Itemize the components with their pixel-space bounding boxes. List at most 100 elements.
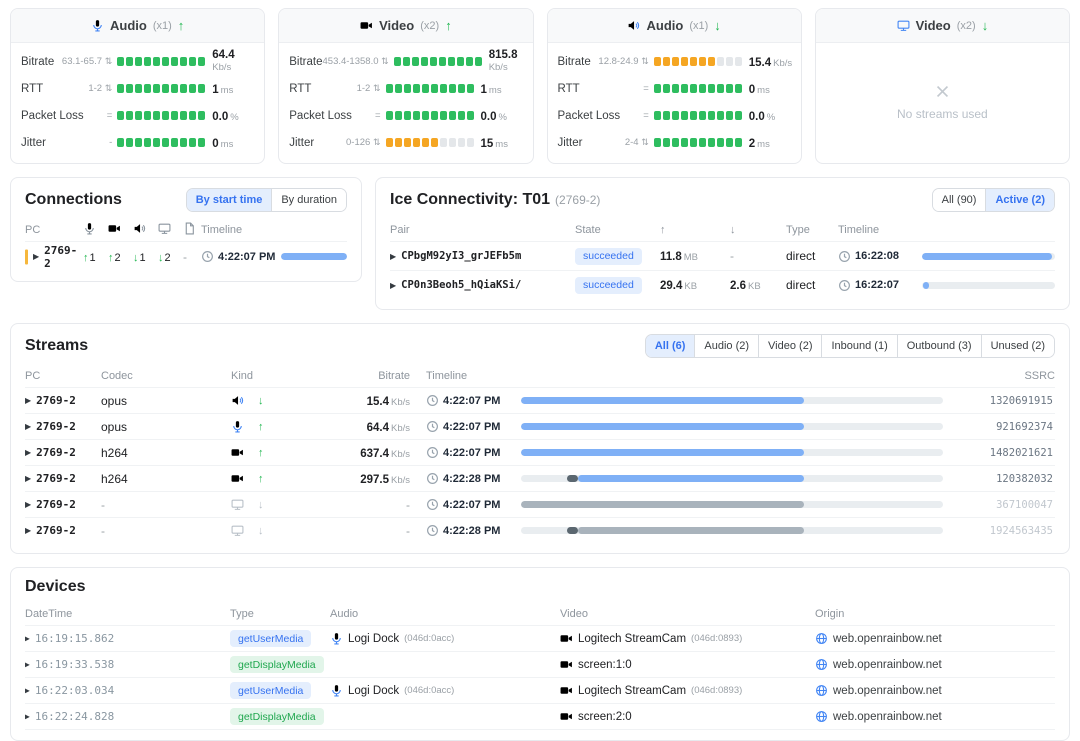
down-arrow: ↓: [158, 252, 164, 264]
metric-label: Bitrate: [289, 56, 322, 68]
metric-value: 815.8: [489, 49, 523, 62]
expand-caret[interactable]: ▶: [33, 252, 39, 261]
down-arrow-icon: ↓: [714, 18, 721, 33]
pair-type: direct: [786, 249, 838, 263]
stream-row[interactable]: ▶2769-2 opus ↑ 64.4Kb/s 4:22:07 PM 92169…: [25, 413, 1055, 439]
col-bitrate: Bitrate: [331, 370, 426, 382]
streams-filter-video-button[interactable]: Video (2): [758, 335, 821, 357]
codec: h264: [101, 472, 231, 486]
expand-caret[interactable]: ▶: [25, 448, 31, 457]
video-device-name: screen:1:0: [578, 659, 632, 671]
audio-device-name: Logi Dock: [348, 685, 399, 697]
clock-icon: [426, 394, 439, 407]
expand-caret[interactable]: ▶: [25, 500, 31, 509]
screen-icon: [231, 524, 244, 537]
timeline-bar: [521, 449, 943, 456]
card-count: (x2): [420, 20, 439, 32]
expand-caret[interactable]: ▶: [390, 252, 396, 261]
globe-icon: [815, 684, 828, 697]
col-pc: PC: [25, 370, 101, 382]
clock-icon: [426, 420, 439, 433]
streams-filter-unused-button[interactable]: Unused (2): [981, 335, 1054, 357]
connection-row[interactable]: ▶2769-2 ↑1 ↑2 ↓1 ↓2 - 4:22:07 PM: [25, 241, 347, 271]
timeline-bar: [521, 423, 943, 430]
streams-filter-inbound-button[interactable]: Inbound (1): [821, 335, 896, 357]
ice-pair-row[interactable]: ▶CPbgM92yI3_grJEFb5m succeeded 11.8MB - …: [390, 241, 1055, 270]
metric-value: 15.4: [749, 57, 771, 69]
down-bytes: -: [730, 249, 786, 263]
camera-icon: [560, 658, 573, 671]
stream-row[interactable]: ▶2769-2 h264 ↑ 297.5Kb/s 4:22:28 PM 1203…: [25, 465, 1055, 491]
ice-pc-id: (2769-2): [555, 193, 600, 207]
col-type: Type: [786, 224, 838, 236]
sort-by-duration-button[interactable]: By duration: [271, 189, 346, 211]
expand-caret[interactable]: ▶: [25, 634, 30, 643]
origin-host: web.openrainbow.net: [833, 633, 942, 645]
stream-row-unused[interactable]: ▶2769-2 - ↓ - 4:22:07 PM 367100047: [25, 491, 1055, 517]
expand-caret[interactable]: ▶: [25, 686, 30, 695]
start-time: 4:22:07 PM: [218, 251, 275, 263]
close-icon: [934, 83, 951, 100]
stream-row[interactable]: ▶2769-2 h264 ↑ 637.4Kb/s 4:22:07 PM 1482…: [25, 439, 1055, 465]
clock-icon: [838, 250, 851, 263]
bitrate-value: -: [331, 524, 426, 538]
updown-icon: ⇅: [373, 137, 381, 147]
ssrc-value: 1482021621: [943, 447, 1055, 459]
metric-label: Packet Loss: [21, 110, 84, 122]
metric-unit: %: [767, 112, 775, 123]
metric-range: 2-4: [625, 137, 639, 148]
metric-jitter: Jitter 2-4 ⇅ 2ms: [558, 129, 791, 156]
metric-unit: ms: [221, 85, 234, 96]
metric-unit: ms: [757, 85, 770, 96]
streams-panel: Streams All (6) Audio (2) Video (2) Inbo…: [10, 323, 1070, 554]
clock-icon: [426, 446, 439, 459]
ice-table: Pair State ↑ ↓ Type Timeline ▶CPbgM92yI3…: [390, 219, 1055, 299]
col-video: Video: [560, 608, 815, 620]
device-datetime: 16:22:03.034: [35, 684, 114, 697]
stream-time: 4:22:07 PM: [443, 499, 500, 511]
expand-caret[interactable]: ▶: [25, 660, 30, 669]
state-badge: succeeded: [575, 248, 642, 265]
expand-caret[interactable]: ▶: [25, 712, 30, 721]
pair-type: direct: [786, 278, 838, 292]
expand-caret[interactable]: ▶: [390, 281, 396, 290]
col-datetime: DateTime: [25, 608, 230, 620]
metric-value: 1: [481, 84, 487, 96]
device-row[interactable]: ▶16:22:03.034 getUserMedia Logi Dock(046…: [25, 677, 1055, 703]
pc-id: 2769-2: [36, 420, 76, 433]
stream-row-unused[interactable]: ▶2769-2 - ↓ - 4:22:28 PM 1924563435: [25, 517, 1055, 543]
timeline-bar: [281, 253, 347, 260]
metric-range: =: [375, 110, 381, 121]
ice-filter-all-button[interactable]: All (90): [933, 189, 986, 211]
media-type-badge: getUserMedia: [230, 682, 311, 699]
dot-meter: [386, 138, 474, 147]
metric-jitter: Jitter 0-126 ⇅ 15ms: [289, 129, 522, 156]
expand-caret[interactable]: ▶: [25, 474, 31, 483]
stream-row[interactable]: ▶2769-2 opus ↓ 15.4Kb/s 4:22:07 PM 13206…: [25, 387, 1055, 413]
origin-host: web.openrainbow.net: [833, 711, 942, 723]
ice-filter-active-button[interactable]: Active (2): [985, 189, 1054, 211]
metric-label: Jitter: [558, 137, 583, 149]
streams-filter-all-button[interactable]: All (6): [646, 335, 695, 357]
up-bytes: 29.4: [660, 280, 682, 292]
media-type-badge: getDisplayMedia: [230, 656, 324, 673]
screen-icon: [158, 222, 171, 235]
video-device-name: Logitech StreamCam: [578, 633, 686, 645]
streams-filter-outbound-button[interactable]: Outbound (3): [897, 335, 981, 357]
device-row[interactable]: ▶16:19:33.538 getDisplayMedia screen:1:0…: [25, 651, 1055, 677]
streams-filter-audio-button[interactable]: Audio (2): [694, 335, 758, 357]
metric-unit: Kb/s: [773, 58, 792, 69]
metric-rtt: RTT 1-2 ⇅ 1ms: [21, 75, 254, 102]
expand-caret[interactable]: ▶: [25, 422, 31, 431]
device-row[interactable]: ▶16:22:24.828 getDisplayMedia screen:2:0…: [25, 703, 1055, 729]
media-type-badge: getDisplayMedia: [230, 708, 324, 725]
expand-caret[interactable]: ▶: [25, 526, 31, 535]
timeline-bar: [922, 282, 1055, 289]
ice-pair-row[interactable]: ▶CP0n3Beoh5_hQiaKSi/ succeeded 29.4KB 2.…: [390, 270, 1055, 299]
down-arrow: ↓: [133, 252, 139, 264]
sort-by-start-time-button[interactable]: By start time: [187, 189, 272, 211]
device-row[interactable]: ▶16:19:15.862 getUserMedia Logi Dock(046…: [25, 625, 1055, 651]
metric-unit: %: [230, 112, 238, 123]
screen-icon: [897, 19, 910, 32]
expand-caret[interactable]: ▶: [25, 396, 31, 405]
